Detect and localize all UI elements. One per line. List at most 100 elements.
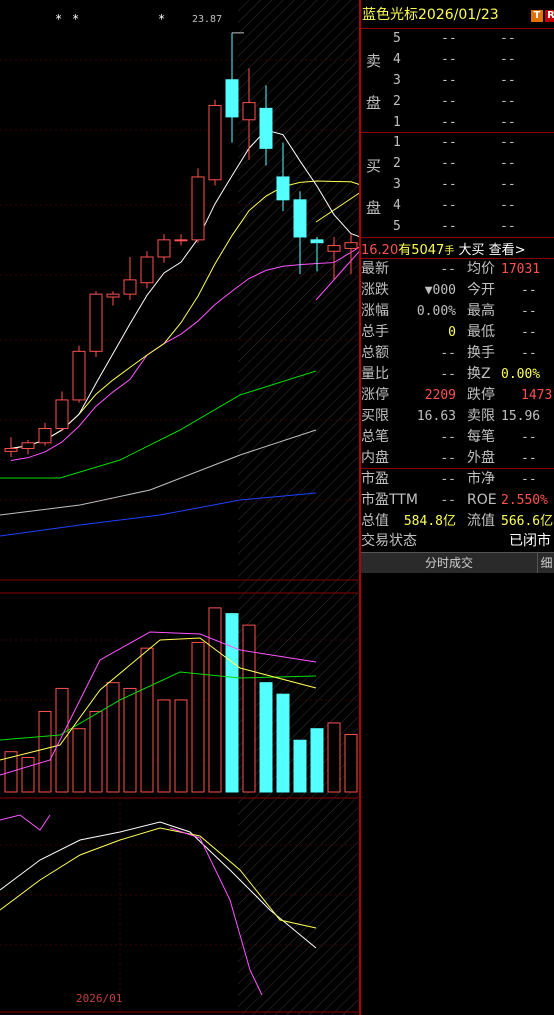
quote-row: 涨停 2209 跌停 1473: [361, 385, 554, 406]
level-price: --: [441, 52, 457, 67]
sell-level-row[interactable]: 5 -- --: [361, 28, 554, 49]
event-star-icon[interactable]: *: [158, 12, 165, 26]
trade-status-label: 交易状态: [361, 533, 417, 549]
candle-body: [4, 448, 18, 452]
level-price: --: [441, 135, 457, 150]
buy-level-row[interactable]: 5 -- --: [361, 216, 554, 237]
level-number: 1: [393, 135, 401, 150]
field-label: 流值: [467, 513, 495, 529]
field-label: 换Z: [467, 366, 491, 382]
buy-level-row[interactable]: 4 -- --: [361, 195, 554, 216]
field-value: --: [440, 430, 456, 445]
quote-row: 总值 584.8亿 流值 566.6亿: [361, 511, 554, 532]
volume-bar: [123, 687, 137, 793]
level-price: --: [441, 156, 457, 171]
tab-detail[interactable]: 细: [537, 553, 554, 573]
view-link[interactable]: 查看>: [489, 243, 526, 258]
volume-bar: [157, 699, 171, 793]
level-price: --: [441, 31, 457, 46]
level-volume: --: [500, 198, 516, 213]
sell-level-row[interactable]: 2 -- --: [361, 91, 554, 112]
sell-level-row[interactable]: 3 -- --: [361, 70, 554, 91]
event-star-icon[interactable]: *: [55, 12, 62, 26]
field-value: --: [440, 451, 456, 466]
field-value: 0: [448, 325, 456, 340]
level-price: --: [441, 219, 457, 234]
volume-bar: [106, 682, 120, 793]
level-number: 3: [393, 177, 401, 192]
field-value: --: [521, 430, 537, 445]
field-value: --: [521, 346, 537, 361]
quote-date: 2026/01/23: [418, 7, 499, 23]
field-label: 总笔: [361, 429, 389, 445]
buy-level-row[interactable]: 3 -- --: [361, 174, 554, 195]
field-label: 最新: [361, 261, 389, 277]
field-label: 市盈: [361, 471, 389, 487]
volume-bar: [140, 647, 154, 793]
kline-chart-area[interactable]: * * * 23.87 2026/01: [0, 0, 360, 1015]
kline-chart[interactable]: [0, 0, 360, 1015]
r-badge-icon[interactable]: R: [545, 10, 554, 22]
quote-row: 市盈 -- 市净 --: [361, 469, 554, 490]
last-price: 16.20: [361, 243, 399, 258]
candle-body: [140, 256, 154, 284]
field-value: 0.00%: [416, 304, 456, 319]
level-number: 5: [393, 31, 401, 46]
quote-row: 总额 -- 换手 --: [361, 343, 554, 364]
buy-level-row[interactable]: 1 -- --: [361, 132, 554, 153]
trade-status-value: 已闭市: [509, 533, 551, 549]
field-value: 566.6亿: [501, 514, 554, 529]
field-label: 最低: [467, 324, 495, 340]
field-value: --: [521, 472, 537, 487]
field-label: 涨跌: [361, 282, 389, 298]
field-value: --: [440, 493, 456, 508]
candle-body: [55, 399, 69, 430]
field-label: 最高: [467, 303, 495, 319]
field-label: 换手: [467, 345, 495, 361]
field-value: 16.63: [416, 409, 456, 424]
volume-bar: [191, 641, 205, 793]
level-volume: --: [500, 31, 516, 46]
candle-body: [123, 279, 137, 295]
candle-body: [157, 239, 171, 258]
buy-level-row[interactable]: 2 -- --: [361, 153, 554, 174]
level-volume: --: [500, 73, 516, 88]
quote-row: 最新 -- 均价 17031: [361, 259, 554, 280]
volume-bar: [21, 756, 35, 793]
event-star-icon[interactable]: *: [72, 12, 79, 26]
volume-bar: [55, 687, 69, 793]
level-volume: --: [500, 135, 516, 150]
field-label: 内盘: [361, 450, 389, 466]
indicator-line: [0, 814, 51, 831]
volume-bar: [38, 710, 52, 793]
level-price: --: [441, 94, 457, 109]
has-label: 有: [398, 243, 412, 258]
quote-row: 总手 0 最低 --: [361, 322, 554, 343]
sell-level-row[interactable]: 1 -- --: [361, 112, 554, 133]
field-label: 市净: [467, 471, 495, 487]
candle-body: [310, 239, 324, 244]
field-value: 1473: [521, 388, 553, 403]
field-value: 2209: [424, 388, 456, 403]
candle-body: [327, 245, 341, 252]
t-badge-icon[interactable]: T: [531, 10, 543, 22]
quote-row: 买限 16.63 卖限 15.96: [361, 406, 554, 427]
field-value: --: [440, 367, 456, 382]
quote-row: 内盘 -- 外盘 --: [361, 448, 554, 469]
candle-body: [174, 239, 188, 242]
volume-bar: [174, 699, 188, 793]
field-value: --: [440, 262, 456, 277]
candle-body: [21, 442, 35, 450]
field-label: 涨停: [361, 387, 389, 403]
candle-body: [242, 102, 256, 121]
field-label: ROE: [467, 492, 497, 508]
candle-body: [72, 350, 86, 401]
volume-bar: [276, 693, 290, 793]
field-value: --: [440, 472, 456, 487]
field-value: 2.550%: [501, 493, 548, 508]
big-buy-label: 大买: [458, 243, 485, 258]
field-label: 均价: [467, 261, 495, 277]
tab-tick-trades[interactable]: 分时成交: [361, 553, 537, 573]
sell-level-row[interactable]: 4 -- --: [361, 49, 554, 70]
field-value: 15.96: [501, 409, 541, 424]
